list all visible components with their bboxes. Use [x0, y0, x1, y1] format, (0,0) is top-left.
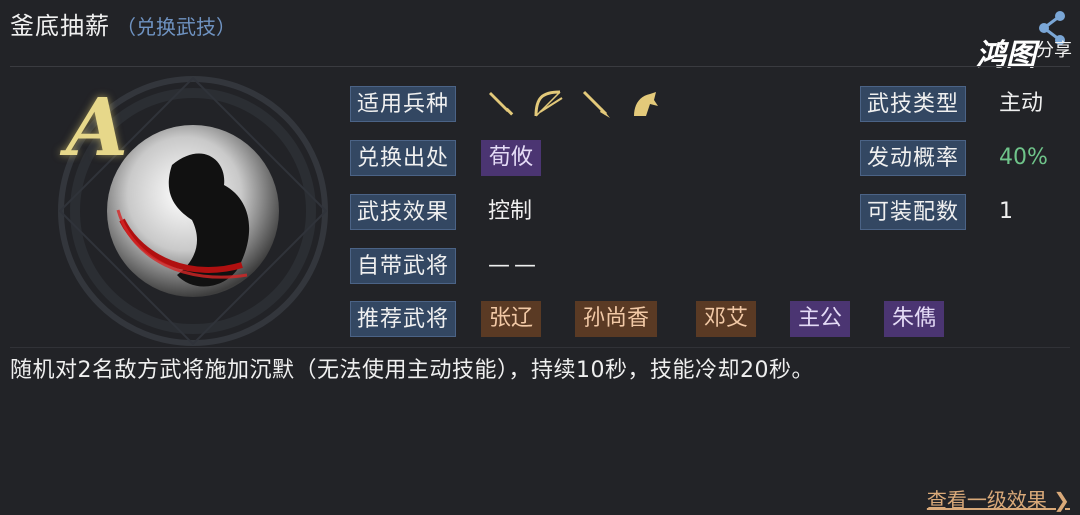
skill-type-value: 主动: [999, 91, 1044, 116]
spear-icon: [582, 90, 610, 118]
bow-icon: [534, 90, 563, 117]
horse-icon: [634, 92, 658, 116]
share-label: 分享: [1036, 40, 1072, 61]
brand-logo: 鸿图: [976, 38, 1036, 73]
effect-value: 控制: [488, 199, 533, 224]
recommended-general[interactable]: 邓艾: [696, 301, 757, 337]
effect-label: 武技效果: [350, 194, 457, 230]
skill-type-label: 武技类型: [860, 86, 967, 122]
equip-count-value: 1: [999, 199, 1013, 224]
description-divider: [10, 347, 1070, 348]
skill-description: 随机对2名敌方武将施加沉默（无法使用主动技能），持续10秒，技能冷却20秒。: [10, 358, 814, 383]
recommended-label: 推荐武将: [350, 301, 457, 337]
unit-types-label: 适用兵种: [350, 86, 457, 122]
skill-subtitle: （兑换武技）: [116, 15, 236, 39]
exchange-source-label: 兑换出处: [350, 140, 457, 176]
recommended-general[interactable]: 孙尚香: [575, 301, 658, 337]
recommended-general[interactable]: 张辽: [481, 301, 542, 337]
trigger-rate-value: 40%: [999, 145, 1048, 170]
header-divider: [10, 66, 1070, 67]
skill-title: 釜底抽薪: [10, 12, 110, 40]
recommended-general[interactable]: 朱儁: [884, 301, 945, 337]
sword-icon: [489, 92, 514, 116]
trigger-rate-label: 发动概率: [860, 140, 967, 176]
own-general-label: 自带武将: [350, 248, 457, 284]
view-level1-effect-link[interactable]: 查看一级效果 ❯: [927, 484, 1070, 513]
recommended-general[interactable]: 主公: [790, 301, 851, 337]
skill-title-row: 釜底抽薪 （兑换武技）: [10, 6, 236, 41]
equip-count-label: 可装配数: [860, 194, 967, 230]
skill-grade: A: [66, 80, 129, 174]
exchange-source-general[interactable]: 荀攸: [481, 140, 542, 176]
own-general-value: ——: [488, 253, 540, 278]
